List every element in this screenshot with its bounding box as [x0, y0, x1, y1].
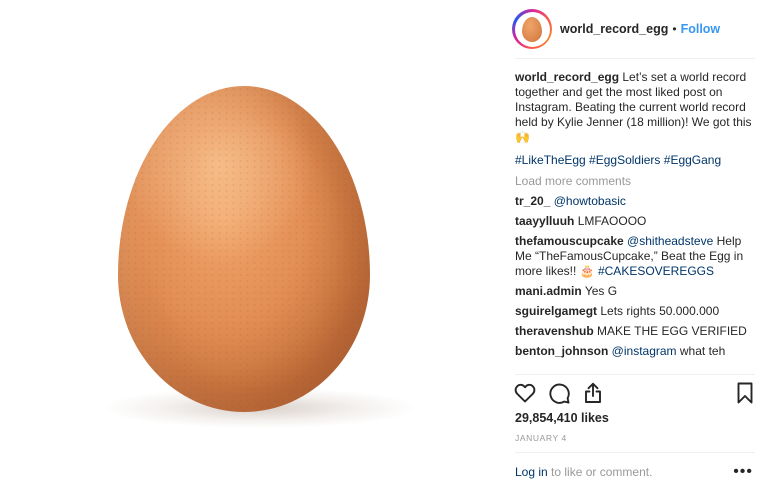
comment-username[interactable]: taayylluuh	[515, 214, 574, 228]
comment-mention[interactable]: @instagram	[612, 344, 677, 358]
bookmark-icon[interactable]	[733, 381, 757, 405]
heart-icon[interactable]	[513, 381, 537, 405]
comment-text: what teh	[676, 344, 726, 358]
login-suffix: to like or comment.	[547, 465, 653, 479]
comment-item: sguirelgamegt Lets rights 50.000.000	[515, 304, 757, 319]
action-bar	[513, 381, 757, 407]
footer-divider	[515, 452, 755, 453]
share-icon[interactable]	[581, 381, 605, 405]
follow-button[interactable]: Follow	[681, 22, 721, 36]
more-options-icon[interactable]: •••	[733, 464, 753, 480]
comment-username[interactable]: tr_20_	[515, 194, 550, 208]
comment-mention[interactable]: @howtobasic	[554, 194, 626, 208]
login-prompt: Log in to like or comment.	[515, 465, 652, 479]
comment-text: LMFAOOOO	[577, 214, 647, 228]
comment-item: theravenshub MAKE THE EGG VERIFIED	[515, 324, 757, 339]
header-separator: •	[672, 22, 677, 36]
avatar[interactable]	[512, 9, 552, 49]
caption: world_record_egg Let’s set a world recor…	[515, 70, 757, 145]
post-date[interactable]: JANUARY 4	[515, 433, 567, 443]
comment-text: Yes G	[584, 284, 618, 298]
comment-username[interactable]: theravenshub	[515, 324, 594, 338]
caption-username[interactable]: world_record_egg	[515, 70, 619, 84]
actions-divider	[515, 374, 755, 375]
header-username[interactable]: world_record_egg	[560, 22, 668, 36]
load-more-comments-button[interactable]: Load more comments	[515, 174, 757, 189]
comment-item: tr_20_ @howtobasic	[515, 194, 757, 209]
comment-mention[interactable]: @shitheadsteve	[627, 234, 713, 248]
post-footer: Log in to like or comment. •••	[515, 464, 755, 480]
caption-hashtags[interactable]: #LikeTheEgg #EggSoldiers #EggGang	[515, 153, 757, 168]
comment-username[interactable]: thefamouscupcake	[515, 234, 624, 248]
comment-username[interactable]: sguirelgamegt	[515, 304, 597, 318]
post-image[interactable]	[0, 0, 500, 491]
avatar-inner	[514, 11, 550, 47]
comment-username[interactable]: mani.admin	[515, 284, 582, 298]
likes-count[interactable]: 29,854,410 likes	[515, 411, 609, 425]
login-link[interactable]: Log in	[515, 465, 548, 479]
comment-item: thefamouscupcake @shitheadsteve Help Me …	[515, 234, 757, 279]
comment-item: mani.admin Yes G	[515, 284, 757, 299]
comment-item: taayylluuh LMFAOOOO	[515, 214, 757, 229]
comment-hashtag[interactable]: #CAKESOVEREGGS	[598, 264, 714, 278]
post-header: world_record_egg • Follow	[512, 8, 756, 50]
comment-text: Lets rights 50.000.000	[600, 304, 720, 318]
header-divider	[515, 58, 755, 59]
post-side-panel: world_record_egg • Follow world_record_e…	[500, 0, 768, 491]
comment-bubble-icon[interactable]	[547, 381, 571, 405]
comment-text: MAKE THE EGG VERIFIED	[597, 324, 747, 338]
comments-section: world_record_egg Let’s set a world recor…	[515, 70, 757, 364]
comment-username[interactable]: benton_johnson	[515, 344, 608, 358]
comment-item: benton_johnson @instagram what teh	[515, 344, 757, 359]
avatar-egg-image	[522, 16, 542, 42]
egg-texture	[118, 86, 370, 412]
